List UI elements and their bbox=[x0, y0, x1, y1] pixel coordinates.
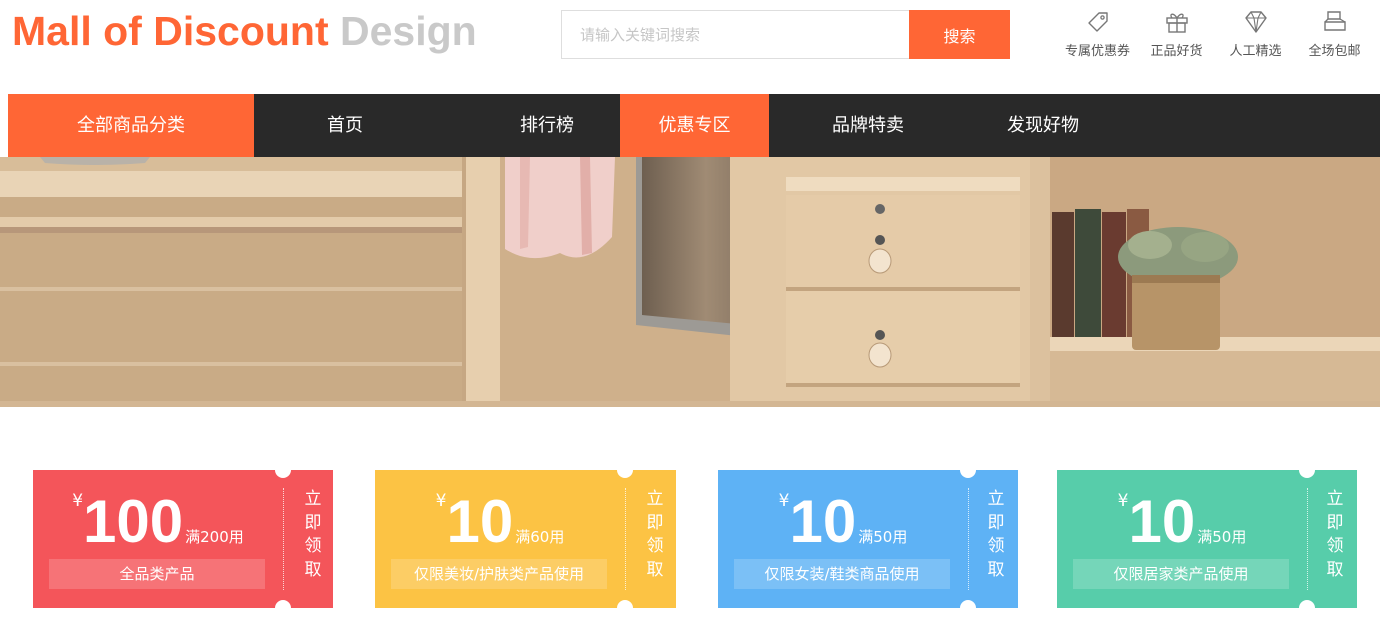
nav-rankings[interactable]: 排行榜 bbox=[482, 94, 612, 157]
coupon-main: ¥10 满50用 仅限居家类产品使用 bbox=[1057, 470, 1307, 608]
claim-char: 立 bbox=[304, 489, 322, 509]
coupon-notch bbox=[617, 600, 633, 608]
claim-char: 取 bbox=[987, 559, 1005, 580]
claim-coupon-button[interactable]: 立 即 领 取 bbox=[1320, 488, 1350, 582]
feature-handpicked[interactable]: 人工精选 bbox=[1216, 8, 1295, 64]
claim-coupon-button[interactable]: 立 即 领 取 bbox=[298, 488, 328, 582]
coupon-condition: 满60用 bbox=[515, 528, 565, 546]
hero-banner[interactable] bbox=[0, 157, 1380, 407]
search-input[interactable] bbox=[562, 11, 910, 58]
coupon-scope: 仅限美妆/护肤类产品使用 bbox=[391, 559, 607, 589]
claim-char: 即 bbox=[987, 512, 1005, 533]
coupon-divider bbox=[968, 488, 969, 590]
currency-symbol: ¥ bbox=[72, 491, 84, 511]
nav-all-categories[interactable]: 全部商品分类 bbox=[8, 94, 254, 157]
nav-discover[interactable]: 发现好物 bbox=[978, 94, 1108, 157]
site-logo[interactable]: Mall of Discount Design bbox=[12, 8, 477, 55]
coupon-card-2[interactable]: ¥10 满60用 仅限美妆/护肤类产品使用 立 即 领 取 bbox=[375, 470, 676, 608]
coupon-main: ¥10 满50用 仅限女装/鞋类商品使用 bbox=[718, 470, 968, 608]
coupon-tag-icon bbox=[1058, 8, 1137, 38]
coupon-amount: ¥10 满50用 bbox=[1057, 487, 1307, 557]
wardrobe-banner-image bbox=[0, 157, 1380, 407]
nav-discount-zone[interactable]: 优惠专区 bbox=[620, 94, 769, 157]
claim-coupon-button[interactable]: 立 即 领 取 bbox=[981, 488, 1011, 582]
coupon-condition: 满50用 bbox=[1197, 528, 1247, 546]
currency-symbol: ¥ bbox=[435, 491, 447, 511]
feature-label: 正品好货 bbox=[1150, 44, 1203, 59]
logo-text-primary: Mall of Discount bbox=[12, 8, 329, 54]
feature-list: 专属优惠券 正品好货 人工精选 全场包邮 bbox=[1058, 8, 1374, 64]
coupon-main: ¥100 满200用 全品类产品 bbox=[33, 470, 283, 608]
feature-label: 全场包邮 bbox=[1308, 44, 1361, 59]
claim-char: 取 bbox=[646, 559, 664, 580]
coupon-scope: 仅限居家类产品使用 bbox=[1073, 559, 1289, 589]
claim-char: 领 bbox=[1326, 536, 1344, 556]
coupon-notch bbox=[960, 600, 976, 608]
search-bar: 搜索 bbox=[561, 10, 1010, 59]
coupon-value: 10 bbox=[446, 488, 514, 555]
feature-label: 专属优惠券 bbox=[1064, 44, 1130, 59]
shipping-box-icon bbox=[1295, 8, 1374, 38]
coupon-divider bbox=[1307, 488, 1308, 590]
coupon-value: 10 bbox=[789, 488, 857, 555]
coupon-scope: 仅限女装/鞋类商品使用 bbox=[734, 559, 950, 589]
claim-char: 即 bbox=[304, 512, 322, 533]
header: Mall of Discount Design 搜索 专属优惠券 正品好货 人工… bbox=[0, 0, 1380, 94]
coupon-divider bbox=[625, 488, 626, 590]
claim-char: 领 bbox=[646, 536, 664, 556]
feature-label: 人工精选 bbox=[1229, 44, 1282, 59]
coupon-scope: 全品类产品 bbox=[49, 559, 265, 589]
gift-icon bbox=[1137, 8, 1216, 38]
coupon-notch bbox=[275, 600, 291, 608]
coupon-amount: ¥100 满200用 bbox=[33, 487, 283, 557]
main-nav: 全部商品分类 首页 排行榜 优惠专区 品牌特卖 发现好物 bbox=[8, 94, 1380, 157]
currency-symbol: ¥ bbox=[778, 491, 790, 511]
search-button[interactable]: 搜索 bbox=[909, 10, 1010, 59]
diamond-icon bbox=[1216, 8, 1295, 38]
coupon-card-3[interactable]: ¥10 满50用 仅限女装/鞋类商品使用 立 即 领 取 bbox=[718, 470, 1018, 608]
coupon-value: 10 bbox=[1128, 488, 1196, 555]
claim-char: 立 bbox=[1326, 489, 1344, 509]
coupon-card-1[interactable]: ¥100 满200用 全品类产品 立 即 领 取 bbox=[33, 470, 333, 608]
nav-home[interactable]: 首页 bbox=[280, 94, 410, 157]
coupon-card-4[interactable]: ¥10 满50用 仅限居家类产品使用 立 即 领 取 bbox=[1057, 470, 1357, 608]
claim-char: 即 bbox=[646, 512, 664, 533]
coupon-condition: 满200用 bbox=[185, 528, 244, 546]
claim-char: 取 bbox=[304, 559, 322, 580]
coupon-amount: ¥10 满50用 bbox=[718, 487, 968, 557]
claim-char: 取 bbox=[1326, 559, 1344, 580]
claim-coupon-button[interactable]: 立 即 领 取 bbox=[640, 488, 670, 582]
coupon-value: 100 bbox=[83, 488, 184, 555]
claim-char: 即 bbox=[1326, 512, 1344, 533]
coupon-notch bbox=[1299, 600, 1315, 608]
claim-char: 领 bbox=[304, 536, 322, 556]
coupon-amount: ¥10 满60用 bbox=[375, 487, 625, 557]
coupon-divider bbox=[283, 488, 284, 590]
claim-char: 立 bbox=[646, 489, 664, 509]
feature-exclusive-coupon[interactable]: 专属优惠券 bbox=[1058, 8, 1137, 64]
feature-free-shipping[interactable]: 全场包邮 bbox=[1295, 8, 1374, 64]
feature-genuine-goods[interactable]: 正品好货 bbox=[1137, 8, 1216, 64]
claim-char: 立 bbox=[987, 489, 1005, 509]
coupon-main: ¥10 满60用 仅限美妆/护肤类产品使用 bbox=[375, 470, 625, 608]
claim-char: 领 bbox=[987, 536, 1005, 556]
currency-symbol: ¥ bbox=[1117, 491, 1129, 511]
coupon-condition: 满50用 bbox=[858, 528, 908, 546]
nav-brand-sale[interactable]: 品牌特卖 bbox=[803, 94, 933, 157]
logo-text-secondary: Design bbox=[340, 8, 477, 54]
